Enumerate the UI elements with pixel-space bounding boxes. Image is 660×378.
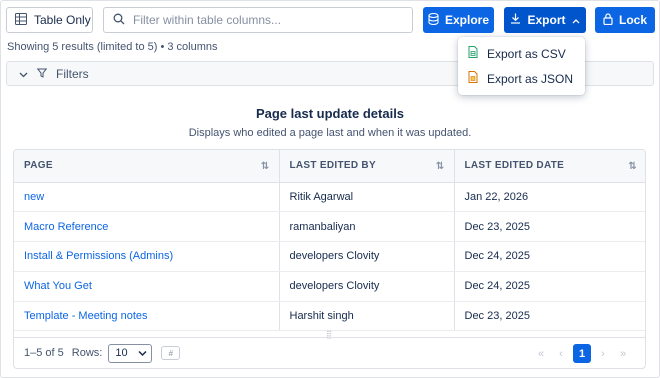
rows-per-page-value: 10 <box>115 347 128 359</box>
table-row: Install & Permissions (Admins) developer… <box>14 241 645 272</box>
column-header-last-edited-date[interactable]: LAST EDITED DATE ⇅ <box>453 150 645 183</box>
date-cell: Dec 24, 2025 <box>453 241 645 272</box>
chevron-down-icon <box>19 67 28 81</box>
rows-label: Rows: <box>71 347 103 359</box>
last-page-icon[interactable]: » <box>615 344 631 363</box>
data-table: PAGE ⇅ LAST EDITED BY ⇅ LAST EDITED DATE ⇅ … <box>13 149 646 369</box>
view-mode-label: Table Only <box>34 13 91 27</box>
column-header-page[interactable]: PAGE ⇅ <box>14 150 279 183</box>
sort-icon[interactable]: ⇅ <box>628 161 637 172</box>
export-button[interactable]: Export <box>504 7 586 33</box>
export-menu: Export as CSV Export as JSON <box>458 37 585 95</box>
sort-icon[interactable]: ⇅ <box>436 161 445 172</box>
date-cell: Jan 22, 2026 <box>453 182 645 213</box>
first-page-icon[interactable]: « <box>533 344 549 363</box>
export-json-item[interactable]: Export as JSON <box>458 66 585 91</box>
date-cell: Dec 23, 2025 <box>453 211 645 243</box>
chevron-down-icon <box>138 348 147 360</box>
editor-cell: ramanbaliyan <box>278 211 454 243</box>
report-content: Page last update details Displays who ed… <box>6 88 654 374</box>
view-mode-button[interactable]: Table Only <box>6 7 93 33</box>
previous-page-icon[interactable]: ‹ <box>553 344 569 363</box>
filter-icon <box>36 67 48 81</box>
search-icon <box>113 13 125 28</box>
page-link[interactable]: Template - Meeting notes <box>14 301 279 332</box>
pagination: « ‹ 1 › » <box>533 344 631 363</box>
page-link[interactable]: new <box>14 182 279 213</box>
editor-cell: Harshit singh <box>278 301 454 332</box>
export-json-label: Export as JSON <box>487 71 574 86</box>
export-csv-item[interactable]: Export as CSV <box>458 41 585 66</box>
download-icon <box>510 13 521 27</box>
editor-cell: developers Clovity <box>278 271 454 302</box>
column-header-last-edited-by[interactable]: LAST EDITED BY ⇅ <box>278 150 454 183</box>
next-page-icon[interactable]: › <box>595 344 611 363</box>
export-csv-label: Export as CSV <box>487 46 566 61</box>
database-icon <box>428 12 439 28</box>
table-footer: 1–5 of 5 Rows: 10 # « ‹ 1 › » <box>14 337 645 368</box>
explore-label: Explore <box>444 13 489 27</box>
rows-per-page-select[interactable]: 10 <box>108 343 153 363</box>
search-input[interactable] <box>133 13 403 27</box>
result-summary: Showing 5 results (limited to 5) • 3 col… <box>7 41 218 53</box>
page-link[interactable]: What You Get <box>14 271 279 302</box>
export-label: Export <box>527 13 566 27</box>
explore-button[interactable]: Explore <box>423 7 494 33</box>
editor-cell: Ritik Agarwal <box>278 182 454 213</box>
table-icon <box>15 12 27 28</box>
filters-label: Filters <box>56 66 89 81</box>
lock-icon <box>603 12 613 28</box>
lock-label: Lock <box>618 13 647 27</box>
table-row: new Ritik Agarwal Jan 22, 2026 <box>14 182 645 213</box>
page-button-current[interactable]: 1 <box>573 344 591 363</box>
table-row: Template - Meeting notes Harshit singh D… <box>14 301 645 332</box>
lock-button[interactable]: Lock <box>595 7 655 33</box>
editor-cell: developers Clovity <box>278 241 454 272</box>
sort-icon[interactable]: ⇅ <box>261 161 270 172</box>
date-cell: Dec 24, 2025 <box>453 271 645 302</box>
page-link[interactable]: Install & Permissions (Admins) <box>14 241 279 272</box>
toolbar: Table Only Explore Export Lock <box>6 7 655 33</box>
table-row: Macro Reference ramanbaliyan Dec 23, 202… <box>14 211 645 243</box>
table-filter-search[interactable] <box>103 7 413 33</box>
table-row: What You Get developers Clovity Dec 24, … <box>14 271 645 302</box>
csv-file-icon <box>468 46 478 61</box>
go-to-page-button[interactable]: # <box>161 346 181 360</box>
pagination-range: 1–5 of 5 <box>24 347 64 359</box>
chevron-up-icon <box>572 13 580 27</box>
page-link[interactable]: Macro Reference <box>14 211 279 243</box>
report-subtitle: Displays who edited a page last and when… <box>188 127 472 139</box>
date-cell: Dec 23, 2025 <box>453 301 645 332</box>
json-file-icon <box>468 71 478 86</box>
report-title: Page last update details <box>255 106 405 121</box>
